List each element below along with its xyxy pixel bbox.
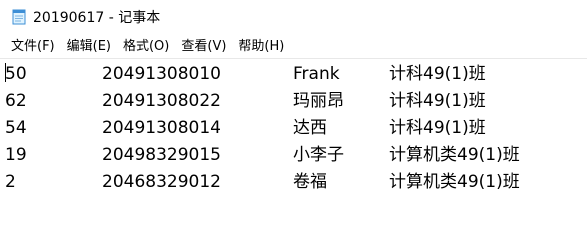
line-id: 2 — [5, 172, 16, 192]
line-class: 计算机类49(1)班 — [389, 145, 520, 165]
line-id: 54 — [5, 118, 27, 138]
line-number: 20468329012 — [102, 172, 221, 192]
window-title: 20190617 - 记事本 — [33, 9, 161, 26]
line-class: 计科49(1)班 — [389, 91, 486, 111]
menu-file[interactable]: 文件(F) — [0, 36, 61, 58]
line-class: 计科49(1)班 — [389, 64, 486, 84]
line-id: 62 — [5, 91, 27, 111]
title-bar[interactable]: 20190617 - 记事本 — [0, 0, 587, 33]
line-number: 20491308014 — [102, 118, 221, 138]
menu-edit[interactable]: 编辑(E) — [61, 36, 117, 58]
line-name: 玛丽昂 — [293, 91, 344, 111]
line-number: 20491308022 — [102, 91, 221, 111]
menu-format[interactable]: 格式(O) — [117, 36, 175, 58]
line-name: 小李子 — [293, 145, 344, 165]
text-editor-area[interactable]: 50 20491308010 Frank 计科49(1)班 62 2049130… — [0, 58, 587, 248]
menu-help[interactable]: 帮助(H) — [232, 36, 290, 58]
line-name: 卷福 — [293, 172, 327, 192]
line-name: 达西 — [293, 118, 327, 138]
line-number: 20498329015 — [102, 145, 221, 165]
line-class: 计科49(1)班 — [389, 118, 486, 138]
line-number: 20491308010 — [102, 64, 221, 84]
line-id: 19 — [5, 145, 27, 165]
menu-view[interactable]: 查看(V) — [175, 36, 232, 58]
line-name: Frank — [293, 64, 340, 84]
line-class: 计算机类49(1)班 — [389, 172, 520, 192]
notepad-window: 20190617 - 记事本 文件(F) 编辑(E) 格式(O) 查看(V) 帮… — [0, 0, 587, 248]
line-id: 50 — [5, 64, 27, 84]
notepad-icon — [11, 9, 27, 25]
menu-bar: 文件(F) 编辑(E) 格式(O) 查看(V) 帮助(H) — [0, 36, 587, 58]
